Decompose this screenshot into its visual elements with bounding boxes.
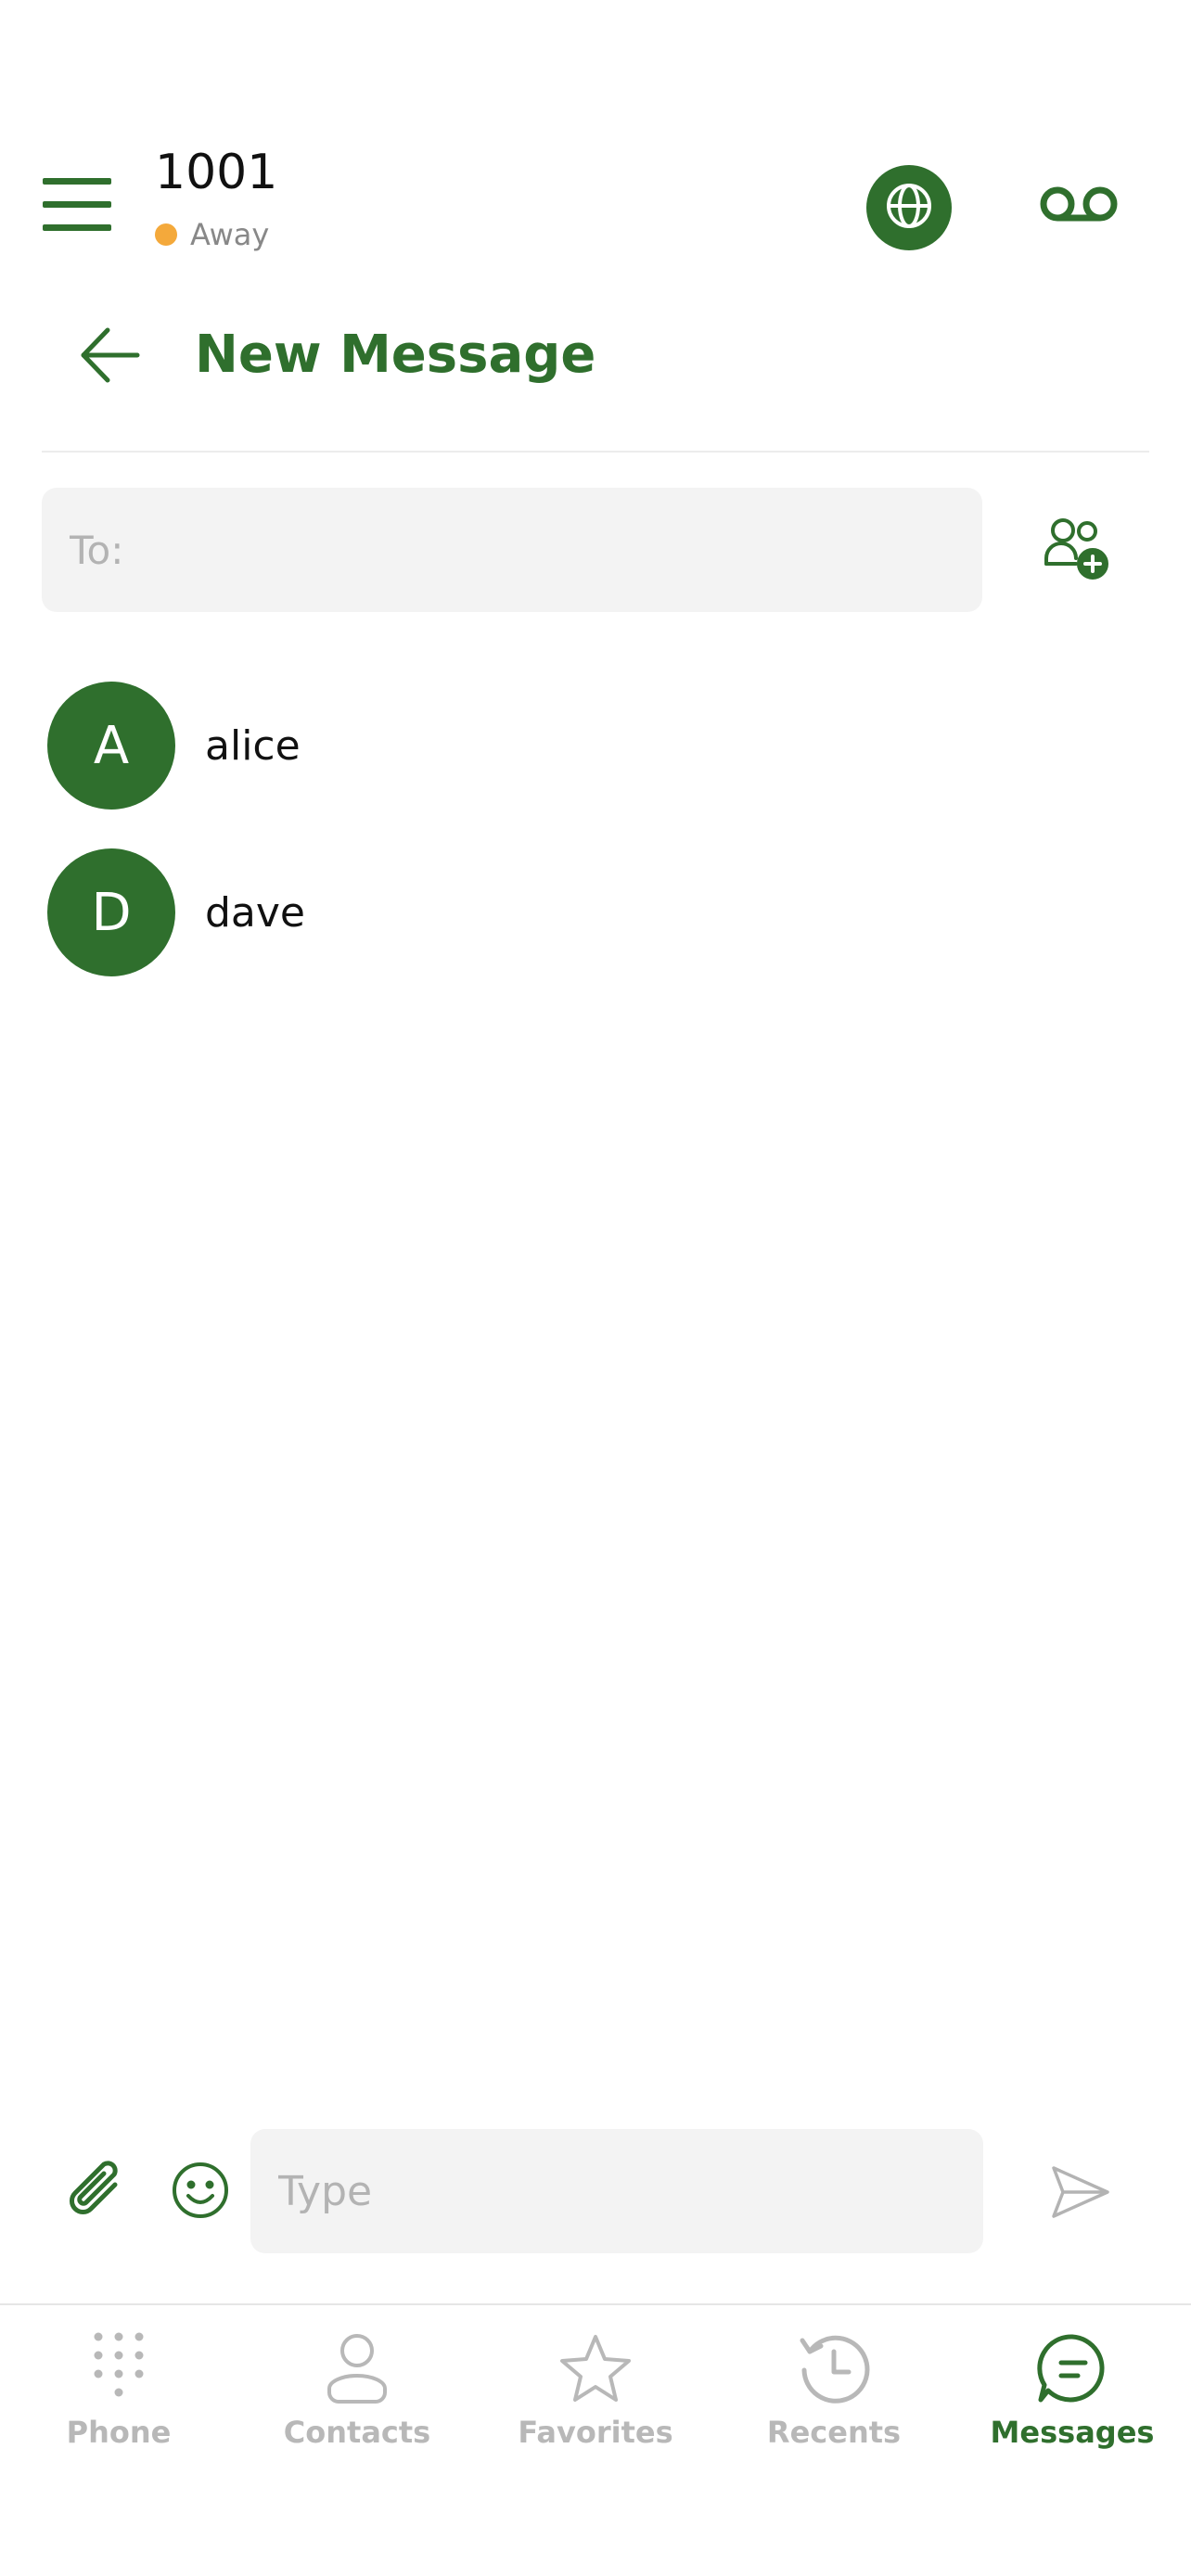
globe-icon <box>883 180 935 236</box>
emoji-icon <box>171 2162 230 2224</box>
header-divider <box>42 451 1149 453</box>
attach-button[interactable] <box>67 2157 128 2224</box>
recipient-input[interactable] <box>42 488 982 612</box>
voicemail-button[interactable] <box>1037 182 1121 232</box>
send-button[interactable] <box>1050 2164 1111 2220</box>
globe-button[interactable] <box>866 165 952 250</box>
status-text: Away <box>190 217 270 252</box>
avatar: D <box>47 848 175 976</box>
contact-row-alice[interactable]: A alice <box>42 677 1149 814</box>
nav-label: Favorites <box>518 2415 673 2450</box>
message-input[interactable] <box>250 2129 983 2253</box>
nav-label: Recents <box>766 2415 902 2450</box>
add-contact-button[interactable] <box>1044 516 1109 580</box>
nav-favorites[interactable]: Favorites <box>484 2305 707 2472</box>
page-title: New Message <box>195 325 596 385</box>
nav-label: Messages <box>990 2415 1155 2450</box>
nav-label: Phone <box>66 2415 172 2450</box>
history-icon <box>795 2329 873 2407</box>
extension-number: 1001 <box>155 145 278 200</box>
send-icon <box>1050 2166 1111 2224</box>
nav-messages[interactable]: Messages <box>961 2305 1184 2472</box>
back-button[interactable] <box>78 325 143 386</box>
nav-recents[interactable]: Recents <box>723 2305 945 2472</box>
star-icon <box>557 2329 634 2407</box>
presence-status[interactable]: Away <box>155 217 269 252</box>
add-contact-icon <box>1044 518 1109 584</box>
arrow-left-icon <box>78 327 143 389</box>
contact-name: alice <box>205 721 301 770</box>
paperclip-icon <box>67 2161 128 2227</box>
voicemail-icon <box>1037 186 1121 236</box>
nav-contacts[interactable]: Contacts <box>246 2305 468 2472</box>
emoji-button[interactable] <box>171 2161 230 2220</box>
bottom-nav: Phone Contacts Favorites Recents Message… <box>0 2305 1191 2576</box>
nav-phone[interactable]: Phone <box>7 2305 230 2472</box>
menu-icon[interactable] <box>43 178 111 232</box>
person-icon <box>318 2329 396 2407</box>
chat-icon <box>1033 2329 1111 2407</box>
contact-name: dave <box>205 888 306 937</box>
status-dot <box>155 223 177 246</box>
dialpad-icon <box>80 2329 158 2407</box>
nav-label: Contacts <box>283 2415 431 2450</box>
avatar: A <box>47 682 175 810</box>
contact-row-dave[interactable]: D dave <box>42 844 1149 981</box>
